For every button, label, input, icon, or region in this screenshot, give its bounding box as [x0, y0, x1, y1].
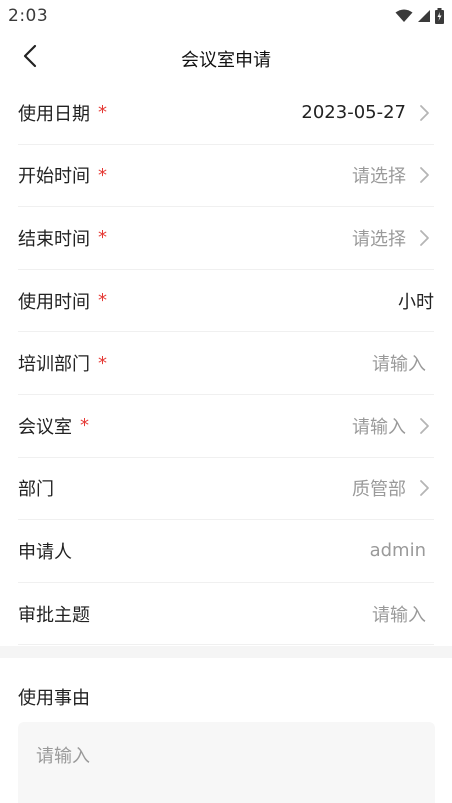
chevron-right-icon — [420, 480, 429, 497]
row-label: 审批主题 — [18, 601, 90, 627]
battery-icon — [435, 8, 444, 24]
section-divider — [0, 646, 452, 658]
start-time-picker[interactable]: 请选择 — [352, 162, 406, 188]
label-text: 培训部门 — [18, 354, 90, 376]
label-text: 开始时间 — [18, 166, 90, 188]
required-mark: * — [98, 290, 107, 312]
reason-label: 使用事由 — [18, 688, 90, 709]
reason-placeholder: 请输入 — [36, 746, 90, 767]
label-text: 结束时间 — [18, 228, 90, 250]
form-row-approval-subject[interactable]: 审批主题 请输入 — [18, 583, 434, 646]
chevron-right-icon — [420, 417, 429, 434]
applicant-value: admin — [369, 540, 426, 562]
required-mark: * — [80, 415, 89, 437]
label-text: 申请人 — [18, 541, 72, 563]
row-label: 使用日期 * — [18, 100, 107, 126]
label-text: 部门 — [18, 479, 54, 501]
required-mark: * — [98, 352, 107, 374]
approval-subject-input[interactable]: 请输入 — [372, 601, 426, 627]
status-time: 2:03 — [8, 6, 49, 26]
label-text: 使用时间 — [18, 291, 90, 313]
reason-textarea[interactable]: 请输入 — [18, 722, 435, 803]
form-row-use-date[interactable]: 使用日期 * 2023-05-27 — [18, 82, 434, 145]
form-row-duration: 使用时间 * 小时 — [18, 270, 434, 333]
row-label: 申请人 — [18, 538, 72, 564]
reason-section: 使用事由 请输入 — [0, 658, 452, 803]
row-label: 结束时间 * — [18, 225, 107, 251]
row-label: 开始时间 * — [18, 162, 107, 188]
meeting-room-picker[interactable]: 请输入 — [352, 413, 406, 439]
form-row-meeting-room[interactable]: 会议室 * 请输入 — [18, 395, 434, 458]
row-label: 使用时间 * — [18, 288, 107, 314]
required-mark: * — [98, 227, 107, 249]
form-row-training-dept[interactable]: 培训部门 * 请输入 — [18, 332, 434, 395]
status-bar: 2:03 — [0, 0, 452, 32]
row-label: 培训部门 * — [18, 350, 107, 376]
signal-icon — [417, 9, 431, 23]
label-text: 会议室 — [18, 416, 72, 438]
form-row-department[interactable]: 部门 质管部 — [18, 458, 434, 521]
chevron-right-icon — [420, 230, 429, 246]
wifi-icon — [395, 9, 413, 23]
form-row-applicant: 申请人 admin — [18, 520, 434, 583]
status-icons — [395, 8, 444, 24]
header: 会议室申请 — [0, 32, 452, 84]
required-mark: * — [98, 102, 107, 124]
chevron-right-icon — [420, 104, 429, 121]
screen: 2:03 会议室申请 使用日期 * 2023-05-27 开始时间 * 请选择 … — [0, 0, 452, 803]
duration-value: 小时 — [398, 291, 434, 313]
row-label: 部门 — [18, 475, 54, 501]
application-form: 使用日期 * 2023-05-27 开始时间 * 请选择 结束时间 * 请选择 — [0, 82, 452, 646]
end-time-picker[interactable]: 请选择 — [352, 225, 406, 251]
form-row-end-time[interactable]: 结束时间 * 请选择 — [18, 207, 434, 270]
form-row-start-time[interactable]: 开始时间 * 请选择 — [18, 145, 434, 208]
row-label: 会议室 * — [18, 413, 89, 439]
label-text: 使用日期 — [18, 103, 90, 125]
label-text: 审批主题 — [18, 604, 90, 626]
use-date-value[interactable]: 2023-05-27 — [301, 102, 406, 123]
required-mark: * — [98, 164, 107, 186]
training-dept-input[interactable]: 请输入 — [372, 350, 426, 376]
chevron-right-icon — [420, 167, 429, 184]
department-picker[interactable]: 质管部 — [352, 475, 406, 501]
page-title: 会议室申请 — [181, 50, 271, 71]
